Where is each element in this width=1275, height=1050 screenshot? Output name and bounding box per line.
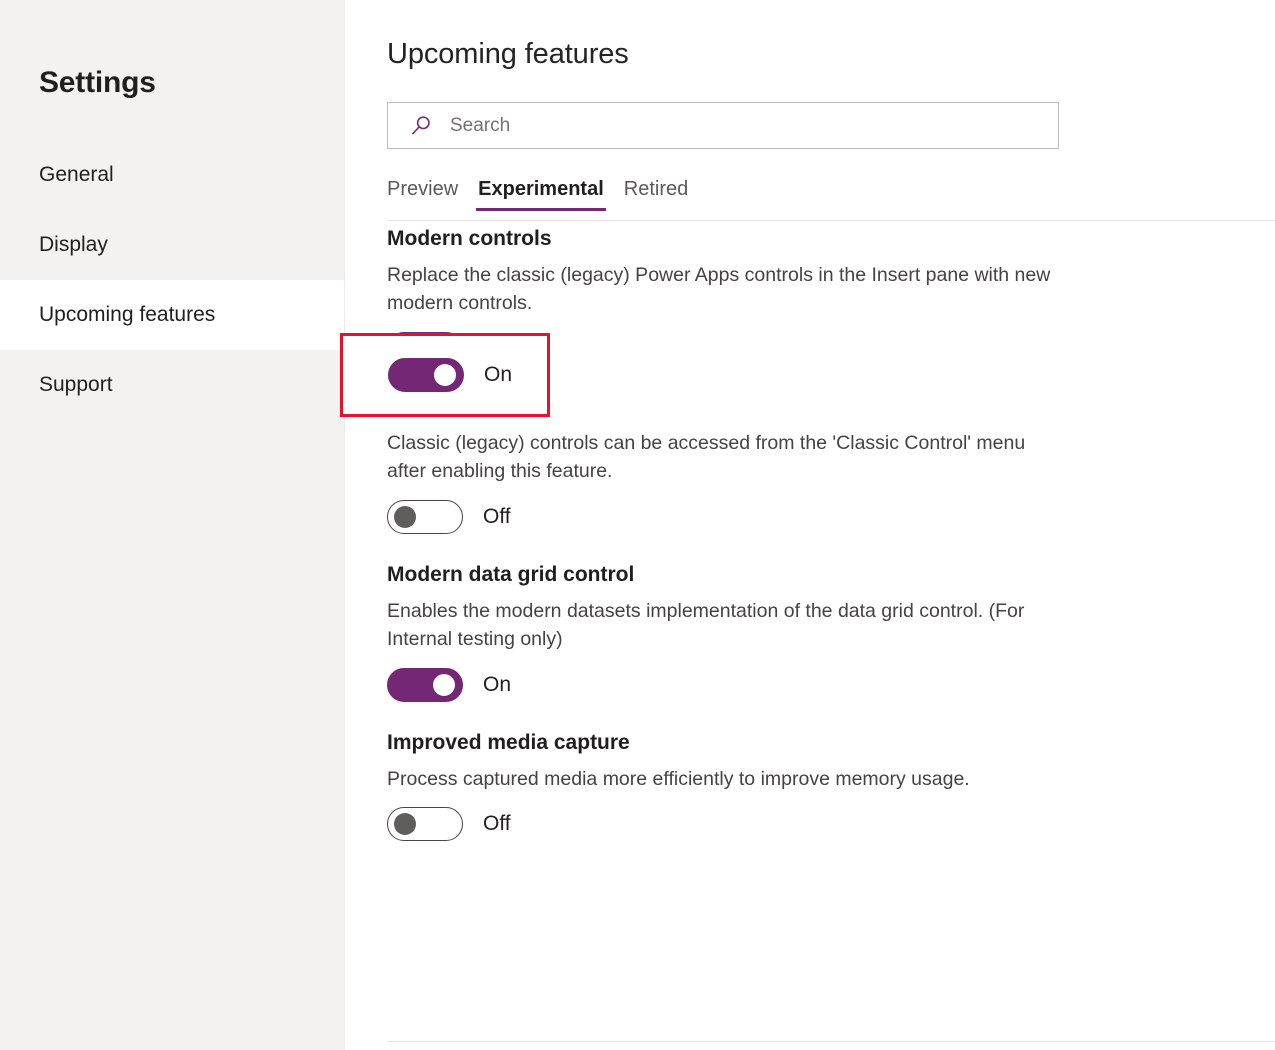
page-title: Upcoming features bbox=[387, 38, 629, 71]
search-placeholder: Search bbox=[450, 115, 510, 137]
tab-label: Retired bbox=[624, 178, 688, 200]
toggle-knob bbox=[394, 506, 416, 528]
modern-controls-toggle-highlighted[interactable] bbox=[388, 358, 464, 392]
feature-description: Enables the modern datasets implementati… bbox=[387, 597, 1059, 654]
classic-controls-toggle[interactable] bbox=[387, 500, 463, 534]
sidebar-item-label: Display bbox=[39, 233, 108, 257]
feature-improved-media-capture: Improved media capture Process captured … bbox=[387, 732, 1275, 841]
toggle-state-label: On bbox=[483, 673, 511, 697]
tab-label: Preview bbox=[387, 178, 458, 200]
sidebar-item-label: Upcoming features bbox=[39, 303, 215, 327]
sidebar-item-display[interactable]: Display bbox=[0, 210, 344, 280]
settings-sidebar: Settings General Display Upcoming featur… bbox=[0, 0, 345, 1050]
feature-title: Modern data grid control bbox=[387, 564, 1275, 585]
feature-toggle-row: Off bbox=[387, 807, 1275, 841]
settings-content-pane: Upcoming features Search Preview Experim… bbox=[345, 0, 1275, 1050]
feature-description: Classic (legacy) controls can be accesse… bbox=[387, 429, 1059, 486]
tab-preview[interactable]: Preview bbox=[387, 178, 468, 211]
sidebar-item-upcoming-features[interactable]: Upcoming features bbox=[0, 280, 344, 350]
feature-toggle-row: Off bbox=[387, 500, 1275, 534]
search-icon bbox=[410, 115, 432, 137]
toggle-knob bbox=[394, 813, 416, 835]
modern-data-grid-toggle[interactable] bbox=[387, 668, 463, 702]
tab-experimental[interactable]: Experimental bbox=[468, 178, 614, 211]
tab-retired[interactable]: Retired bbox=[614, 178, 698, 211]
sidebar-item-general[interactable]: General bbox=[0, 140, 344, 210]
feature-description: Replace the classic (legacy) Power Apps … bbox=[387, 261, 1059, 318]
settings-window: Settings General Display Upcoming featur… bbox=[0, 0, 1275, 1050]
toggle-state-label: On bbox=[484, 363, 512, 387]
toggle-knob bbox=[434, 364, 456, 386]
feature-tabs: Preview Experimental Retired bbox=[387, 178, 698, 211]
sidebar-item-label: General bbox=[39, 163, 114, 187]
annotation-highlight-content: On bbox=[340, 333, 550, 417]
sidebar-item-label: Support bbox=[39, 373, 113, 397]
feature-modern-data-grid-control: Modern data grid control Enables the mod… bbox=[387, 564, 1275, 702]
toggle-state-label: Off bbox=[483, 812, 511, 836]
improved-media-capture-toggle[interactable] bbox=[387, 807, 463, 841]
feature-list: Modern controls Replace the classic (leg… bbox=[387, 228, 1275, 841]
sidebar-item-support[interactable]: Support bbox=[0, 350, 344, 420]
tabs-divider bbox=[387, 220, 1275, 221]
toggle-state-label: Off bbox=[483, 505, 511, 529]
tab-label: Experimental bbox=[478, 178, 604, 200]
feature-title: Improved media capture bbox=[387, 732, 1275, 753]
search-input[interactable]: Search bbox=[387, 102, 1059, 149]
feature-title: Modern controls bbox=[387, 228, 1275, 249]
toggle-knob bbox=[433, 674, 455, 696]
bottom-divider bbox=[387, 1041, 1275, 1042]
sidebar-nav: General Display Upcoming features Suppor… bbox=[0, 140, 344, 420]
feature-description: Process captured media more efficiently … bbox=[387, 765, 1059, 793]
feature-toggle-row: On bbox=[387, 668, 1275, 702]
sidebar-title: Settings bbox=[39, 66, 156, 100]
